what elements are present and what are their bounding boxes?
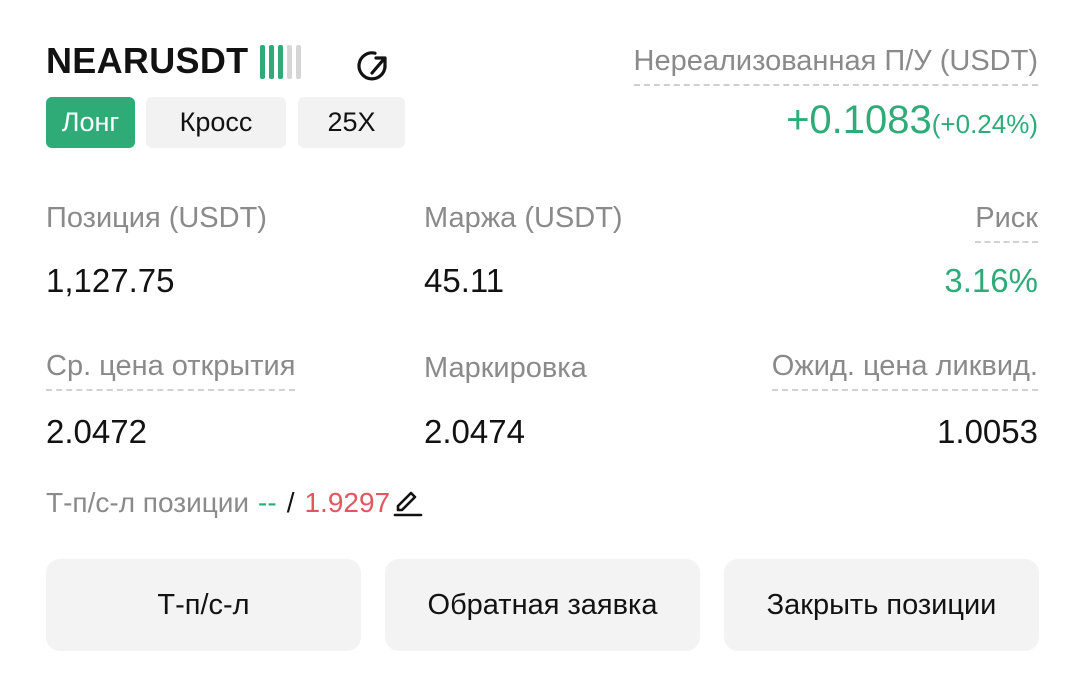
strength-bar: [269, 45, 274, 79]
pnl-amount: +0.1083: [786, 98, 932, 142]
strength-bars: [260, 45, 301, 79]
position-value: 1,127.75: [46, 262, 175, 299]
edit-icon[interactable]: [392, 487, 424, 519]
strength-bar: [287, 45, 292, 79]
tpsl-separator: /: [286, 487, 295, 518]
tpsl-label: Т-п/с-л позиции: [46, 487, 250, 518]
tpsl-button[interactable]: Т-п/с-л: [46, 559, 361, 651]
mark-price-value: 2.0474: [424, 413, 525, 450]
margin-mode-tag[interactable]: Кросс: [146, 97, 286, 148]
margin-value: 45.11: [424, 262, 505, 299]
strength-bar: [296, 45, 301, 79]
pnl-percent: (+0.24%): [931, 109, 1038, 139]
take-profit-value: --: [258, 487, 277, 518]
strength-bar: [260, 45, 265, 79]
leverage-tag[interactable]: 25X: [298, 97, 405, 148]
reverse-order-button[interactable]: Обратная заявка: [385, 559, 700, 651]
symbol-title: NEARUSDT: [46, 40, 249, 81]
share-icon[interactable]: [353, 46, 393, 86]
risk-value: 3.16%: [944, 262, 1038, 299]
tpsl-row: Т-п/с-л позиции -- / 1.9297: [46, 487, 424, 519]
unrealized-pnl-value: +0.1083 (+0.24%): [786, 98, 1038, 143]
strength-bar: [278, 45, 283, 79]
entry-price-value: 2.0472: [46, 413, 147, 450]
risk-label[interactable]: Риск: [975, 202, 1038, 243]
stop-loss-value: 1.9297: [304, 487, 391, 518]
liquidation-price-value: 1.0053: [937, 413, 1038, 450]
side-tag: Лонг: [46, 97, 135, 148]
close-positions-button[interactable]: Закрыть позиции: [724, 559, 1039, 651]
mark-price-label: Маркировка: [424, 352, 587, 384]
liquidation-price-label[interactable]: Ожид. цена ликвид.: [771, 350, 1038, 391]
entry-price-label[interactable]: Ср. цена открытия: [46, 350, 296, 391]
position-label: Позиция (USDT): [46, 202, 267, 234]
unrealized-pnl-label[interactable]: Нереализованная П/У (USDT): [633, 45, 1038, 86]
margin-label: Маржа (USDT): [424, 202, 623, 234]
